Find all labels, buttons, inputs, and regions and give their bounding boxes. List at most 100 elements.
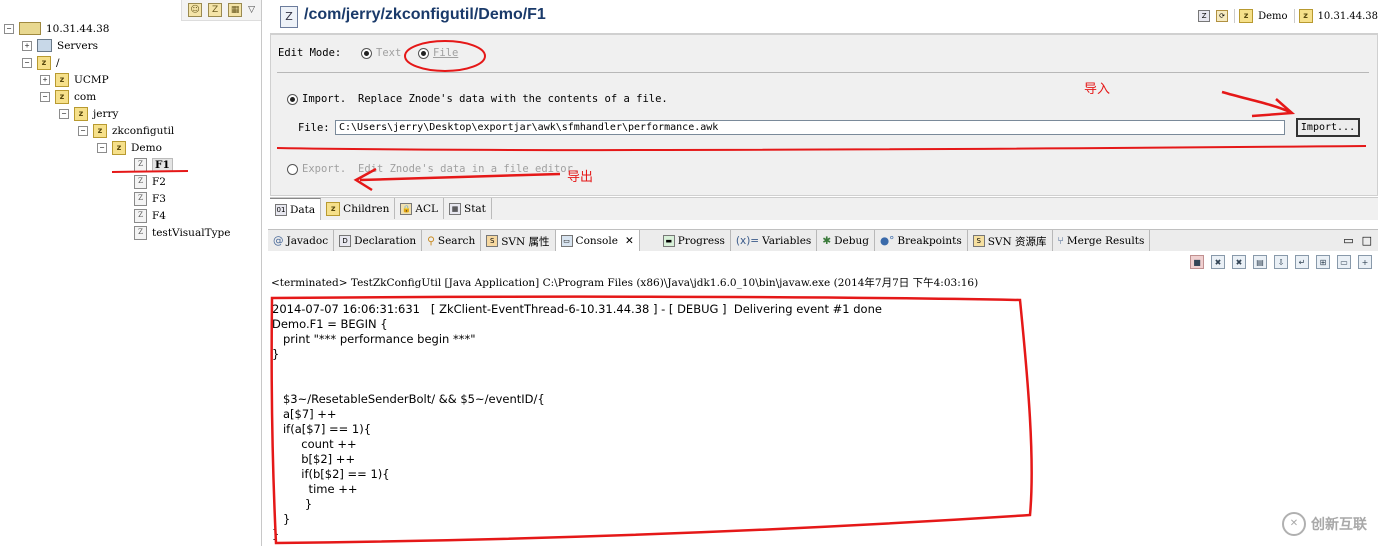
- import-radio[interactable]: Import.: [287, 93, 346, 105]
- breadcrumb-demo[interactable]: z Demo: [1234, 9, 1288, 23]
- clear-console-icon[interactable]: ▤: [1253, 255, 1267, 269]
- terminate-icon[interactable]: ■: [1190, 255, 1204, 269]
- editor-header: Z /com/jerry/zkconfigutil/Demo/F1 Z ⟳ z …: [270, 0, 1378, 34]
- declaration-icon: D: [339, 235, 352, 247]
- tree-item-f2[interactable]: Z F2: [134, 173, 166, 190]
- close-icon[interactable]: ✕: [625, 235, 634, 247]
- scroll-lock-icon[interactable]: ⇩: [1274, 255, 1288, 269]
- mode-text-label: Text: [376, 47, 402, 59]
- collapse-icon[interactable]: −: [4, 23, 14, 34]
- export-description: Edit Znode's data in a file editor.: [358, 163, 580, 175]
- export-radio[interactable]: Export.: [287, 163, 346, 175]
- expand-icon[interactable]: +: [40, 74, 50, 85]
- tab-debug[interactable]: ✱ Debug: [817, 230, 875, 252]
- znode-icon: z: [93, 123, 107, 138]
- console-status: <terminated> TestZkConfigUtil [Java Appl…: [271, 277, 979, 289]
- display-console-icon[interactable]: ▭: [1337, 255, 1351, 269]
- remove-launch-icon[interactable]: ✖: [1211, 255, 1225, 269]
- binary-icon: 01: [275, 203, 287, 216]
- tree-item-com[interactable]: − z com: [40, 88, 96, 105]
- svn-icon: S: [486, 235, 499, 247]
- znode-leaf-icon: Z: [134, 174, 147, 189]
- mode-text-radio[interactable]: Text: [361, 47, 401, 59]
- tab-stat[interactable]: ▦ Stat: [444, 198, 492, 219]
- tree-item-servers[interactable]: + Servers: [22, 37, 98, 54]
- collapse-icon[interactable]: −: [59, 108, 69, 119]
- breakpoint-icon: ●°: [879, 235, 895, 247]
- minimize-icon[interactable]: ▭: [1343, 234, 1353, 247]
- tab-svn-properties[interactable]: S SVN 属性: [481, 230, 556, 252]
- tree-toolbar: ☺ Z ▦ ▽: [181, 0, 261, 21]
- tree-item-server[interactable]: − 10.31.44.38: [4, 20, 109, 37]
- tab-children[interactable]: z Children: [321, 198, 396, 219]
- separator: [277, 72, 1369, 73]
- tab-label: Console: [575, 235, 618, 247]
- tab-merge-results[interactable]: ⑂ Merge Results: [1053, 230, 1151, 252]
- tree-item-testvisualtype[interactable]: Z testVisualType: [134, 224, 230, 241]
- mode-file-radio[interactable]: File: [418, 47, 458, 59]
- import-label: Import.: [302, 93, 347, 105]
- menu-arrow-icon[interactable]: ▽: [248, 5, 255, 15]
- tab-label: Progress: [677, 235, 725, 247]
- collapse-icon[interactable]: −: [97, 142, 107, 153]
- tree-item-zkconfigutil[interactable]: − z zkconfigutil: [78, 122, 174, 139]
- file-label: File:: [298, 122, 330, 134]
- collapse-icon[interactable]: −: [22, 57, 32, 68]
- remove-all-icon[interactable]: ✖: [1232, 255, 1246, 269]
- tree-item-jerry[interactable]: − z jerry: [59, 105, 118, 122]
- server-icon: z: [1298, 9, 1313, 23]
- collapse-icon[interactable]: −: [40, 91, 50, 102]
- tab-label: Stat: [464, 202, 486, 215]
- file-path-input[interactable]: C:\Users\jerry\Desktop\exportjar\awk\sfm…: [335, 120, 1285, 135]
- tab-acl[interactable]: 🔒 ACL: [395, 198, 444, 219]
- znode-icon: z: [112, 140, 126, 155]
- tab-javadoc[interactable]: @ Javadoc: [268, 230, 335, 252]
- merge-icon: ⑂: [1057, 235, 1064, 247]
- console-toolbar-icons: ■ ✖ ✖ ▤ ⇩ ↵ ⊞ ▭ +: [1190, 255, 1372, 269]
- tree-item-label: Demo: [131, 141, 162, 154]
- tab-svn-repository[interactable]: S SVN 资源库: [968, 230, 1053, 252]
- tree-item-label: F2: [152, 175, 166, 188]
- tree-item-demo[interactable]: − z Demo: [97, 139, 162, 156]
- znode-leaf-icon: Z: [134, 225, 147, 240]
- open-console-icon[interactable]: +: [1358, 255, 1372, 269]
- breadcrumb-label: Demo: [1258, 10, 1288, 22]
- table-icon[interactable]: ▦: [228, 3, 243, 17]
- collapse-icon[interactable]: −: [78, 125, 88, 136]
- refresh-icon[interactable]: ⟳: [1216, 10, 1229, 22]
- search-icon: ⚲: [427, 235, 435, 247]
- znode-document-icon[interactable]: Z: [1198, 10, 1211, 22]
- console-output[interactable]: 2014-07-07 16:06:31:631 [ ZkClient-Event…: [272, 302, 1332, 546]
- tab-label: Variables: [762, 235, 812, 247]
- tab-variables[interactable]: (x)= Variables: [731, 230, 818, 252]
- watermark: ✕ 创新互联: [1282, 512, 1367, 536]
- tree-item-f3[interactable]: Z F3: [134, 190, 166, 207]
- znode-leaf-icon: Z: [134, 157, 147, 172]
- tab-label: Debug: [834, 235, 869, 247]
- tab-progress[interactable]: ▬ Progress: [658, 230, 731, 252]
- editor-title: /com/jerry/zkconfigutil/Demo/F1: [304, 6, 546, 23]
- repository-icon: S: [972, 235, 985, 247]
- server-icon: [19, 22, 41, 35]
- tree-item-ucmp[interactable]: + z UCMP: [40, 71, 109, 88]
- mode-file-label: File: [433, 47, 459, 59]
- maximize-icon[interactable]: □: [1362, 234, 1372, 247]
- tab-console[interactable]: ▭ Console ✕: [555, 230, 640, 252]
- znode-icon: z: [74, 106, 88, 121]
- tree-item-f4[interactable]: Z F4: [134, 207, 166, 224]
- word-wrap-icon[interactable]: ↵: [1295, 255, 1309, 269]
- import-button[interactable]: Import...: [1296, 118, 1360, 137]
- tree-item-f1[interactable]: Z F1: [134, 156, 173, 173]
- tab-breakpoints[interactable]: ●° Breakpoints: [875, 230, 968, 252]
- tree-item-root[interactable]: − z /: [22, 54, 60, 71]
- pin-console-icon[interactable]: ⊞: [1316, 255, 1330, 269]
- users-icon[interactable]: ☺: [188, 3, 203, 17]
- znode-icon: z: [55, 89, 69, 104]
- expand-icon[interactable]: +: [22, 40, 32, 51]
- tab-label: Data: [290, 203, 316, 216]
- breadcrumb-server[interactable]: z 10.31.44.38: [1293, 9, 1378, 23]
- tab-search[interactable]: ⚲ Search: [422, 230, 482, 252]
- tab-declaration[interactable]: D Declaration: [334, 230, 423, 252]
- tab-data[interactable]: 01 Data: [270, 198, 322, 220]
- document-icon[interactable]: Z: [208, 3, 223, 17]
